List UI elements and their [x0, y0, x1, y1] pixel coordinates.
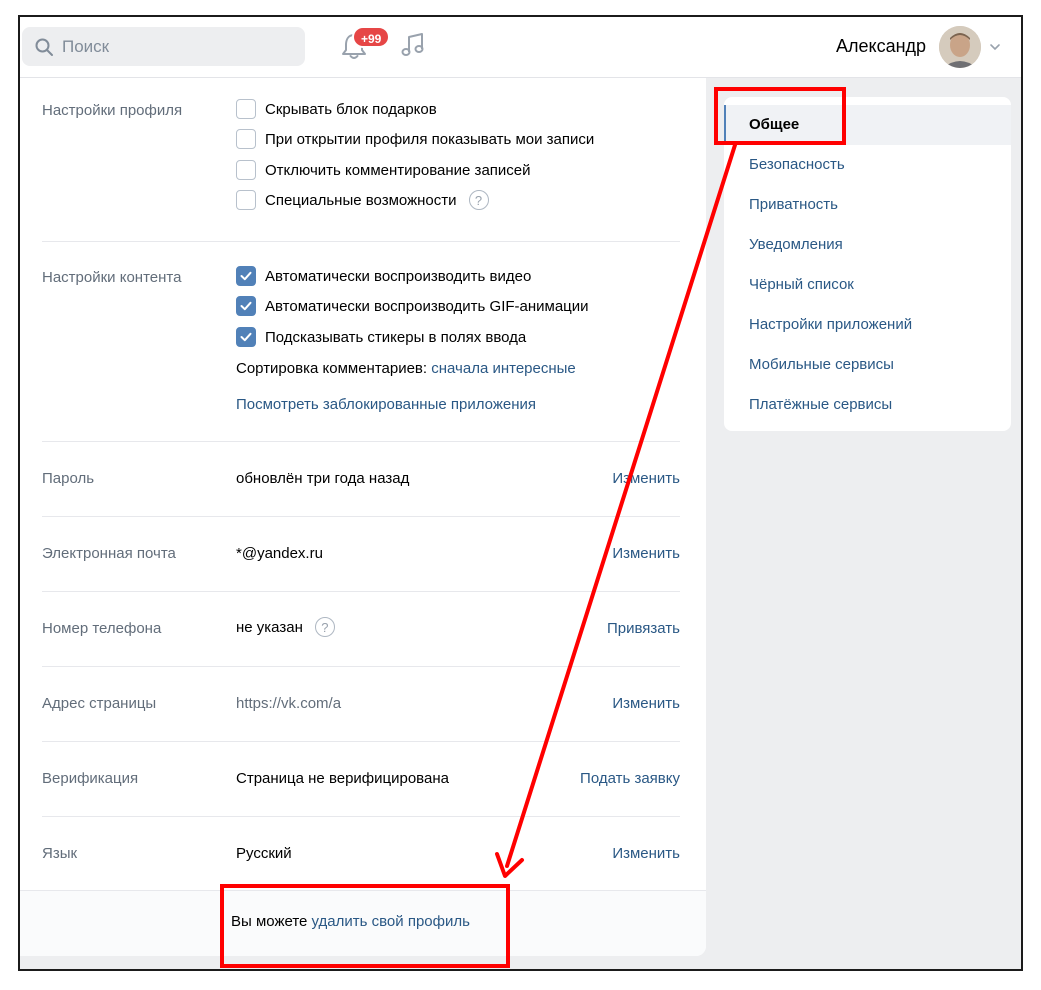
checkbox-box[interactable]	[236, 266, 256, 286]
verification-value: Страница не верифицирована	[236, 770, 449, 787]
phone-value-row: не указан ?	[236, 617, 335, 637]
divider	[42, 816, 680, 817]
email-label: Электронная почта	[42, 545, 176, 562]
search-icon	[35, 38, 53, 56]
email-value: *@yandex.ru	[236, 545, 323, 562]
checkbox-label: Отключить комментирование записей	[265, 161, 531, 179]
checkmark-icon	[240, 271, 252, 281]
divider	[42, 741, 680, 742]
checkbox-box[interactable]	[236, 296, 256, 316]
help-icon[interactable]: ?	[468, 190, 489, 210]
phone-label: Номер телефона	[42, 620, 162, 637]
checkbox-autoplay-video[interactable]: Автоматически воспроизводить видео	[236, 266, 531, 286]
vk-window: +99 Александр Настройки профиля Скрывать…	[18, 15, 1023, 971]
checkbox-label: Специальные возможности	[265, 191, 457, 209]
language-value: Русский	[236, 845, 292, 862]
delete-profile-prefix: Вы можете	[231, 913, 308, 930]
address-value: https://vk.com/a	[236, 695, 342, 712]
checkbox-label: Автоматически воспроизводить GIF-анимаци…	[265, 297, 589, 315]
address-change-link[interactable]: Изменить	[612, 695, 680, 712]
checkbox-disable-comments[interactable]: Отключить комментирование записей	[236, 160, 531, 180]
nav-item-general[interactable]: Общее	[724, 105, 1011, 145]
divider	[42, 516, 680, 517]
comment-sort-link[interactable]: сначала интересные	[431, 360, 576, 377]
top-bar: +99 Александр	[20, 17, 1021, 78]
help-icon[interactable]: ?	[314, 617, 335, 637]
password-value: обновлён три года назад	[236, 470, 410, 487]
profile-settings-label: Настройки профиля	[42, 102, 183, 119]
notification-badge: +99	[352, 26, 391, 48]
content-settings-label: Настройки контента	[42, 269, 182, 286]
search-input[interactable]	[62, 36, 262, 57]
checkbox-label: Подсказывать стикеры в полях ввода	[265, 328, 527, 346]
checkbox-box[interactable]	[236, 327, 256, 347]
delete-profile-link[interactable]: удалить свой профиль	[312, 913, 470, 930]
verification-label: Верификация	[42, 770, 139, 787]
search-box[interactable]	[22, 27, 305, 66]
nav-item-app-settings[interactable]: Настройки приложений	[724, 305, 1011, 345]
language-label: Язык	[42, 845, 78, 862]
password-label: Пароль	[42, 470, 95, 487]
checkbox-box[interactable]	[236, 129, 256, 149]
checkbox-box[interactable]	[236, 160, 256, 180]
checkbox-hide-gifts[interactable]: Скрывать блок подарков	[236, 99, 437, 119]
chevron-down-icon[interactable]	[989, 42, 1001, 52]
email-change-link[interactable]: Изменить	[612, 545, 680, 562]
user-name[interactable]: Александр	[836, 36, 926, 57]
divider	[42, 441, 680, 442]
settings-side-nav: Общее Безопасность Приватность Уведомлен…	[724, 97, 1011, 431]
password-change-link[interactable]: Изменить	[612, 470, 680, 487]
language-change-link[interactable]: Изменить	[612, 845, 680, 862]
comment-sort-label: Сортировка комментариев:	[236, 360, 428, 377]
nav-item-security[interactable]: Безопасность	[724, 145, 1011, 185]
checkmark-icon	[240, 301, 252, 311]
nav-item-mobile-services[interactable]: Мобильные сервисы	[724, 345, 1011, 385]
checkbox-label: Автоматически воспроизводить видео	[265, 267, 532, 285]
avatar[interactable]	[939, 26, 981, 68]
footer: Вы можете удалить свой профиль	[20, 890, 706, 956]
divider	[42, 241, 680, 242]
delete-profile-row: Вы можете удалить свой профиль	[231, 913, 470, 930]
checkbox-box[interactable]	[236, 99, 256, 119]
checkbox-accessibility[interactable]: Специальные возможности ?	[236, 190, 489, 210]
music-icon[interactable]	[400, 30, 428, 60]
address-label: Адрес страницы	[42, 695, 157, 712]
divider	[42, 591, 680, 592]
checkbox-label: Скрывать блок подарков	[265, 100, 437, 118]
nav-item-blacklist[interactable]: Чёрный список	[724, 265, 1011, 305]
comment-sort-row: Сортировка комментариев: сначала интерес…	[236, 360, 576, 377]
checkmark-icon	[240, 332, 252, 342]
blocked-apps-link[interactable]: Посмотреть заблокированные приложения	[236, 396, 536, 413]
phone-value: не указан	[236, 618, 303, 636]
divider	[42, 666, 680, 667]
checkbox-show-my-posts[interactable]: При открытии профиля показывать мои запи…	[236, 129, 594, 149]
nav-item-privacy[interactable]: Приватность	[724, 185, 1011, 225]
nav-item-payment-services[interactable]: Платёжные сервисы	[724, 385, 1011, 425]
nav-item-notifications[interactable]: Уведомления	[724, 225, 1011, 265]
checkbox-box[interactable]	[236, 190, 256, 210]
checkbox-label: При открытии профиля показывать мои запи…	[265, 130, 595, 148]
phone-bind-link[interactable]: Привязать	[607, 620, 680, 637]
checkbox-suggest-stickers[interactable]: Подсказывать стикеры в полях ввода	[236, 327, 526, 347]
settings-panel: Настройки профиля Скрывать блок подарков…	[20, 78, 706, 956]
verification-apply-link[interactable]: Подать заявку	[580, 770, 680, 787]
checkbox-autoplay-gif[interactable]: Автоматически воспроизводить GIF-анимаци…	[236, 296, 589, 316]
